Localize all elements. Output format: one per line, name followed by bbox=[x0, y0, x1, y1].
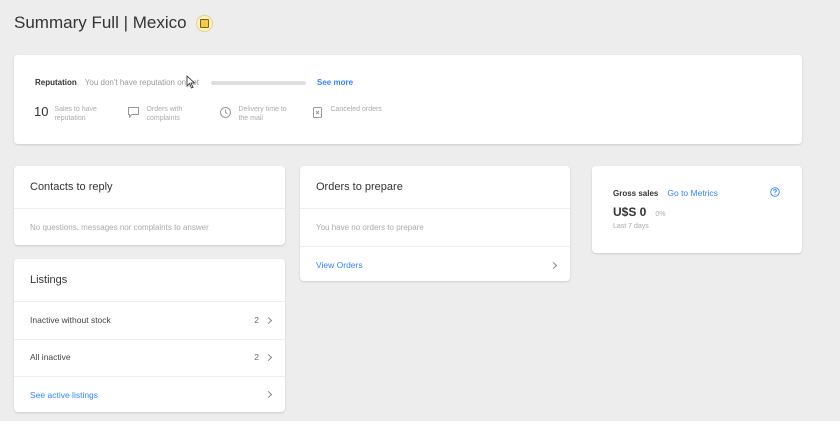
listings-title: Listings bbox=[30, 274, 68, 286]
see-more-link[interactable]: See more bbox=[317, 78, 353, 87]
listing-row-inactive-without-stock[interactable]: Inactive without stock 2 bbox=[14, 302, 285, 339]
page-title: Summary Full | Mexico bbox=[14, 13, 213, 33]
orders-title: Orders to prepare bbox=[316, 181, 403, 193]
clock-icon bbox=[220, 107, 232, 118]
chevron-right-icon bbox=[264, 390, 273, 399]
orders-empty-message: You have no orders to prepare bbox=[316, 223, 424, 232]
gross-sales-value: U$S 0 0% bbox=[613, 205, 665, 219]
gross-sales-header: Gross sales Go to Metrics bbox=[613, 188, 718, 198]
go-to-metrics-link[interactable]: Go to Metrics bbox=[667, 188, 718, 198]
reputation-message: You don't have reputation on yet bbox=[84, 78, 199, 87]
listings-card: Listings Inactive without stock 2 All in… bbox=[14, 259, 285, 412]
stat-canceled: Canceled orders bbox=[311, 105, 385, 119]
stat-complaints: Orders with complaints bbox=[127, 105, 201, 123]
divider bbox=[300, 208, 570, 209]
page-title-text: Summary Full | Mexico bbox=[14, 13, 187, 32]
listing-row-count: 2 bbox=[254, 315, 259, 325]
stat-delivery-label: Delivery time to the mail bbox=[238, 106, 287, 122]
gross-sales-amount: U$S 0 bbox=[613, 205, 647, 219]
see-active-listings-row[interactable]: See active listings bbox=[14, 376, 285, 413]
contacts-empty-message: No questions, messages nor complaints to… bbox=[30, 223, 209, 232]
listing-row-count: 2 bbox=[254, 352, 259, 362]
stat-canceled-label: Canceled orders bbox=[330, 106, 382, 113]
contacts-card: Contacts to reply No questions, messages… bbox=[14, 166, 285, 245]
gross-sales-percentage: 0% bbox=[655, 211, 666, 218]
reputation-card: Reputation You don't have reputation on … bbox=[14, 55, 802, 144]
cancel-icon bbox=[313, 107, 323, 118]
chevron-right-icon bbox=[264, 316, 273, 325]
stat-complaints-label: Orders with complaints bbox=[146, 106, 183, 122]
divider bbox=[14, 208, 285, 209]
gross-sales-label: Gross sales bbox=[613, 188, 659, 198]
gross-sales-period: Last 7 days bbox=[613, 223, 649, 230]
mouse-cursor-icon bbox=[186, 75, 196, 89]
reputation-stats: 10 Sales to have reputation Orders with … bbox=[34, 105, 403, 123]
gross-sales-card: Gross sales Go to Metrics U$S 0 0% Last … bbox=[592, 166, 802, 253]
stat-sales-value: 10 bbox=[34, 104, 49, 119]
contacts-title: Contacts to reply bbox=[30, 181, 113, 193]
listing-row-label: Inactive without stock bbox=[30, 315, 111, 325]
view-orders-link[interactable]: View Orders bbox=[316, 260, 363, 270]
reputation-thermometer bbox=[211, 80, 306, 85]
chevron-right-icon bbox=[549, 261, 558, 270]
orders-card: Orders to prepare You have no orders to … bbox=[300, 166, 570, 281]
chat-icon bbox=[128, 107, 140, 119]
listing-row-label: All inactive bbox=[30, 352, 71, 362]
see-active-listings-link[interactable]: See active listings bbox=[30, 390, 98, 400]
mexico-flag-icon bbox=[195, 14, 213, 32]
reputation-label: Reputation bbox=[35, 78, 77, 87]
help-icon[interactable] bbox=[770, 187, 780, 197]
listing-row-all-inactive[interactable]: All inactive 2 bbox=[14, 339, 285, 376]
stat-delivery: Delivery time to the mail bbox=[219, 105, 293, 123]
stat-sales: 10 Sales to have reputation bbox=[34, 105, 109, 123]
chevron-right-icon bbox=[264, 353, 273, 362]
stat-sales-label: Sales to have reputation bbox=[54, 106, 97, 122]
view-orders-row[interactable]: View Orders bbox=[300, 246, 570, 281]
